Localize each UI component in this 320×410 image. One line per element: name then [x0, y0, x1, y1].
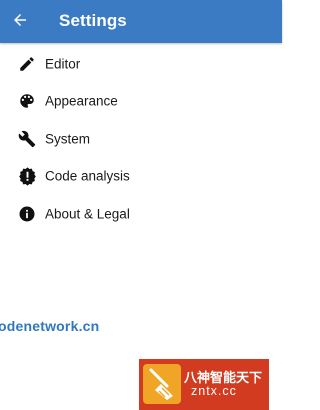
menu-item-label: Editor — [45, 56, 81, 72]
watermark-text: odenetwork.cn — [0, 318, 100, 334]
page-title: Settings — [59, 11, 127, 30]
palette-icon — [17, 91, 37, 111]
arrow-back-icon — [14, 14, 26, 26]
wrench-icon — [17, 129, 37, 149]
pencil-icon — [17, 54, 37, 74]
menu-item-label: About & Legal — [45, 206, 130, 222]
watermark-badge: 八神智能天下 zntx.cc — [139, 359, 269, 410]
menu-item-label: System — [45, 131, 91, 147]
menu-item-about-legal[interactable]: About & Legal — [0, 195, 282, 233]
app-bar: Settings — [0, 0, 282, 43]
menu-item-code-analysis[interactable]: Code analysis — [0, 158, 282, 196]
broom-logo-icon — [143, 364, 181, 404]
menu-item-appearance[interactable]: Appearance — [0, 83, 282, 121]
settings-menu: Editor Appearance System Code analysis A… — [0, 45, 282, 233]
menu-item-editor[interactable]: Editor — [0, 45, 282, 83]
menu-item-label: Code analysis — [45, 168, 130, 184]
menu-item-label: Appearance — [45, 93, 118, 109]
info-icon — [17, 204, 37, 224]
back-button[interactable] — [8, 8, 32, 32]
alert-badge-icon — [17, 166, 37, 186]
menu-item-system[interactable]: System — [0, 120, 282, 158]
watermark-line2: zntx.cc — [191, 384, 237, 398]
